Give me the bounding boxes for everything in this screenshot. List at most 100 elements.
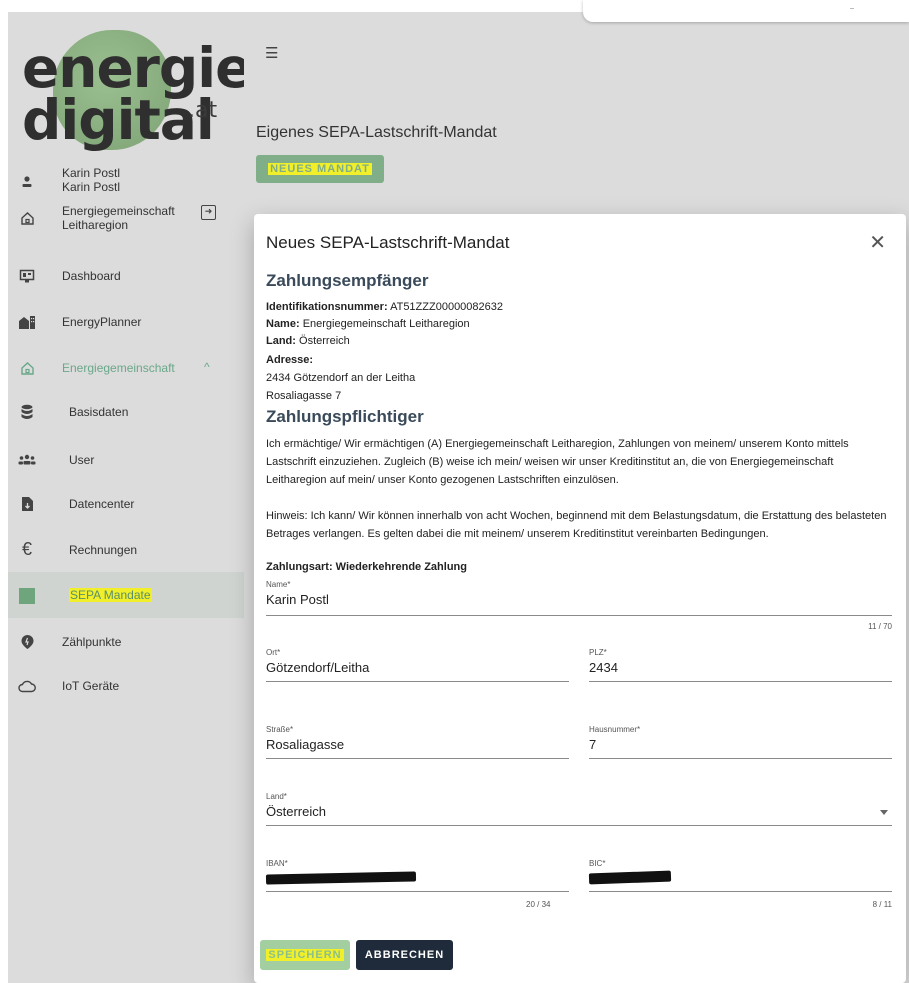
sidebar-item-label: Energiegemeinschaft: [62, 361, 175, 375]
recipient-address-line2: Rosaliagasse 7: [266, 390, 342, 402]
house-number-field-value: 7: [589, 737, 597, 752]
home-outline-icon: [18, 359, 36, 377]
field-underline: [589, 758, 892, 759]
name-field-label: Name*: [266, 580, 291, 589]
logo-line2: digital: [22, 88, 215, 152]
field-underline: [589, 681, 892, 682]
creditor-id-label: Identifikationsnummer:: [266, 301, 388, 313]
user-name: Karin Postl: [62, 166, 121, 180]
person-icon: [18, 173, 36, 191]
database-icon: [18, 403, 36, 421]
field-underline: [266, 825, 892, 826]
file-icon: [18, 495, 36, 513]
street-field-value: Rosaliagasse: [266, 737, 345, 752]
user-subname: Karin Postl: [62, 180, 121, 194]
community-line2: Leitharegion: [62, 218, 129, 232]
sidebar-item-label: Basisdaten: [69, 405, 129, 419]
app-root: energie digital .at Karin Postl Karin Po…: [0, 0, 909, 983]
bic-field[interactable]: BIC*: [588, 859, 892, 892]
sidebar-item-label: Rechnungen: [69, 543, 138, 557]
country-select-label: Land*: [266, 792, 287, 801]
zip-field[interactable]: PLZ* 2434: [589, 648, 892, 682]
mandate-text: Ich ermächtige/ Wir ermächtigen (A) Ener…: [266, 438, 849, 486]
community-line1: Energiegemeinschaft: [62, 204, 175, 218]
sidebar-item-energyplanner[interactable]: EnergyPlanner: [8, 310, 244, 334]
zip-field-value: 2434: [589, 660, 618, 675]
hamburger-menu-icon[interactable]: ☰: [265, 44, 278, 62]
field-underline: [589, 891, 892, 892]
country-select[interactable]: Land* Österreich: [266, 792, 892, 826]
zip-field-label: PLZ*: [589, 648, 607, 657]
recipient-heading: Zahlungsempfänger: [266, 271, 429, 290]
sidebar-item-user[interactable]: User: [8, 448, 244, 472]
sidebar-item-label: User: [69, 453, 95, 467]
sidebar-item-datencenter[interactable]: Datencenter: [8, 492, 244, 516]
street-field-label: Straße*: [266, 725, 294, 734]
recipient-name: Name: Energiegemeinschaft Leitharegion: [266, 318, 470, 330]
sidebar-item-iot-geraete[interactable]: IoT Geräte: [8, 674, 244, 698]
field-underline: [266, 758, 569, 759]
search-dot: [850, 8, 854, 9]
recipient-country-value: Österreich: [299, 335, 350, 347]
city-field-label: Ort*: [266, 648, 281, 657]
hint-text: Hinweis: Ich kann/ Wir können innerhalb …: [266, 510, 887, 540]
sidebar-item-label: EnergyPlanner: [62, 315, 142, 329]
recipient-address-line1: 2434 Götzendorf an der Leitha: [266, 372, 416, 384]
bic-field-label: BIC*: [589, 859, 606, 868]
sidebar-item-rechnungen[interactable]: € Rechnungen: [8, 538, 244, 562]
payment-type: Zahlungsart: Wiederkehrende Zahlung: [266, 561, 467, 573]
sidebar-item-sepa-mandate[interactable]: SEPA Mandate: [8, 572, 244, 618]
bic-counter: 8 / 11: [872, 900, 892, 909]
user-info: Karin Postl Karin Postl: [8, 164, 244, 196]
creditor-id-value: AT51ZZZ00000082632: [390, 301, 504, 313]
close-icon[interactable]: ✕: [869, 230, 886, 255]
sidebar-item-label: Zählpunkte: [62, 635, 122, 649]
sidebar-item-energiegemeinschaft[interactable]: Energiegemeinschaft ^: [8, 356, 244, 380]
sidebar: energie digital .at Karin Postl Karin Po…: [8, 12, 252, 983]
save-button-label: SPEICHERN: [266, 949, 344, 961]
redacted-iban: [265, 871, 417, 885]
new-mandate-button[interactable]: NEUES MANDAT: [256, 155, 384, 183]
page-title: Eigenes SEPA-Lastschrift-Mandat: [256, 124, 497, 141]
logo[interactable]: energie digital .at: [8, 20, 252, 160]
dialog-title: Neues SEPA-Lastschrift-Mandat: [266, 233, 510, 252]
community-selector[interactable]: Energiegemeinschaft Leitharegion ➜: [8, 202, 244, 234]
sidebar-item-label: SEPA Mandate: [69, 588, 152, 602]
sidebar-item-basisdaten[interactable]: Basisdaten: [8, 400, 244, 424]
recipient-name-value: Energiegemeinschaft Leitharegion: [302, 318, 470, 330]
save-button[interactable]: SPEICHERN: [260, 940, 350, 970]
city-field[interactable]: Ort* Götzendorf/Leitha: [266, 648, 569, 682]
new-mandate-label: NEUES MANDAT: [268, 163, 372, 175]
cancel-button[interactable]: ABBRECHEN: [356, 940, 453, 970]
chevron-up-icon[interactable]: ^: [204, 360, 210, 374]
sidebar-item-zaehlpunkte[interactable]: Zählpunkte: [8, 630, 244, 654]
cloud-icon: [18, 677, 36, 695]
name-field[interactable]: Name* Karin Postl: [266, 580, 892, 616]
dashboard-icon: [18, 267, 36, 285]
switch-community-icon[interactable]: ➜: [201, 205, 216, 220]
name-counter: 11 / 70: [868, 622, 892, 631]
sidebar-item-label-wrap: SEPA Mandate: [69, 588, 152, 602]
users-icon: [18, 451, 36, 469]
sidebar-item-dashboard[interactable]: Dashboard: [8, 264, 244, 288]
top-search-bar[interactable]: [583, 0, 909, 22]
iban-field-label: IBAN*: [266, 859, 288, 868]
logo-suffix: .at: [188, 98, 218, 123]
iban-field[interactable]: IBAN*: [265, 859, 569, 892]
city-field-value: Götzendorf/Leitha: [266, 660, 370, 675]
dropdown-arrow-icon: [880, 810, 888, 815]
street-field[interactable]: Straße* Rosaliagasse: [266, 725, 569, 759]
home-outline-icon: [18, 209, 36, 227]
sidebar-item-label: IoT Geräte: [62, 679, 120, 693]
address-label: Adresse:: [266, 354, 314, 366]
meter-icon: [18, 633, 36, 651]
house-number-field[interactable]: Hausnummer* 7: [589, 725, 892, 759]
iban-counter: 20 / 34: [526, 900, 551, 909]
field-underline: [266, 681, 569, 682]
recipient-country-label: Land:: [266, 335, 296, 347]
redacted-bic: [588, 870, 672, 885]
field-underline: [266, 615, 892, 616]
recipient-country: Land: Österreich: [266, 335, 350, 347]
square-icon: [18, 587, 36, 605]
name-field-value: Karin Postl: [266, 592, 329, 607]
